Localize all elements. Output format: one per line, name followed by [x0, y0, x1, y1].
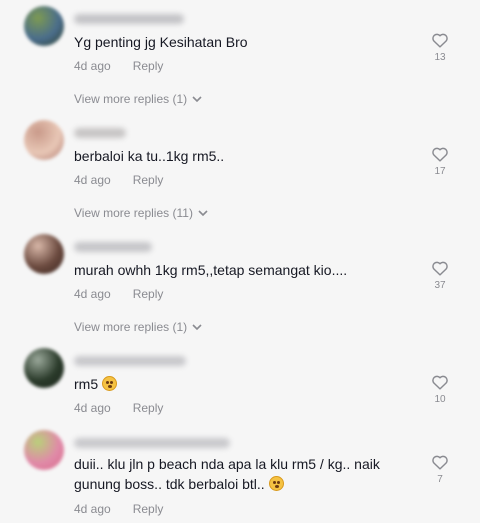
avatar[interactable] — [24, 430, 64, 470]
heart-outline-icon — [432, 375, 448, 390]
view-more-label: View more replies (11) — [74, 206, 193, 220]
comment-time: 4d ago — [74, 502, 111, 516]
view-more-label: View more replies (1) — [74, 320, 188, 334]
flushed-face-emoji — [268, 476, 284, 491]
reply-button[interactable]: Reply — [133, 59, 164, 73]
reply-button[interactable]: Reply — [133, 401, 164, 415]
comment-time: 4d ago — [74, 401, 111, 415]
username-blurred[interactable] — [74, 14, 184, 24]
avatar[interactable] — [24, 6, 64, 46]
view-more-replies[interactable]: View more replies (1) — [74, 92, 202, 106]
view-more-replies[interactable]: View more replies (11) — [74, 206, 208, 220]
like-button[interactable]: 10 — [428, 374, 452, 405]
like-button[interactable]: 37 — [428, 260, 452, 291]
username-blurred[interactable] — [74, 242, 152, 252]
view-more-label: View more replies (1) — [74, 92, 188, 106]
comment-meta: 4d ago Reply — [74, 173, 163, 187]
comment-meta: 4d ago Reply — [74, 59, 163, 73]
heart-outline-icon — [432, 455, 448, 470]
comment-text: Yg penting jg Kesihatan Bro — [74, 34, 248, 50]
comment-meta: 4d ago Reply — [74, 401, 163, 415]
view-more-replies[interactable]: View more replies (1) — [74, 320, 202, 334]
comment-time: 4d ago — [74, 59, 111, 73]
like-count: 7 — [437, 474, 443, 485]
reply-button[interactable]: Reply — [133, 287, 164, 301]
like-count: 13 — [434, 52, 446, 63]
heart-outline-icon — [432, 147, 448, 162]
reply-button[interactable]: Reply — [133, 173, 164, 187]
username-blurred[interactable] — [74, 128, 126, 138]
like-button[interactable]: 7 — [428, 454, 452, 485]
comment-text: rm5 — [74, 374, 404, 394]
username-blurred[interactable] — [74, 356, 186, 366]
like-count: 17 — [434, 166, 446, 177]
heart-outline-icon — [432, 261, 448, 276]
avatar[interactable] — [24, 120, 64, 160]
reply-button[interactable]: Reply — [133, 502, 164, 516]
like-count: 37 — [434, 280, 446, 291]
flushed-face-emoji — [102, 376, 118, 391]
comment-time: 4d ago — [74, 173, 111, 187]
chevron-down-icon — [192, 324, 202, 331]
comment-text: berbaloi ka tu..1kg rm5.. — [74, 148, 225, 164]
like-button[interactable]: 13 — [428, 32, 452, 63]
comment-text: murah owhh 1kg rm5,,tetap semangat kio..… — [74, 262, 348, 278]
avatar[interactable] — [24, 348, 64, 388]
username-blurred[interactable] — [74, 438, 230, 448]
chevron-down-icon — [198, 210, 208, 217]
comment-time: 4d ago — [74, 287, 111, 301]
comment-text: duii.. klu jln p beach nda apa la klu rm… — [74, 456, 380, 492]
heart-outline-icon — [432, 33, 448, 48]
avatar[interactable] — [24, 234, 64, 274]
comment-meta: 4d ago Reply — [74, 287, 163, 301]
like-button[interactable]: 17 — [428, 146, 452, 177]
chevron-down-icon — [192, 96, 202, 103]
comment-meta: 4d ago Reply — [74, 502, 163, 516]
like-count: 10 — [434, 394, 446, 405]
